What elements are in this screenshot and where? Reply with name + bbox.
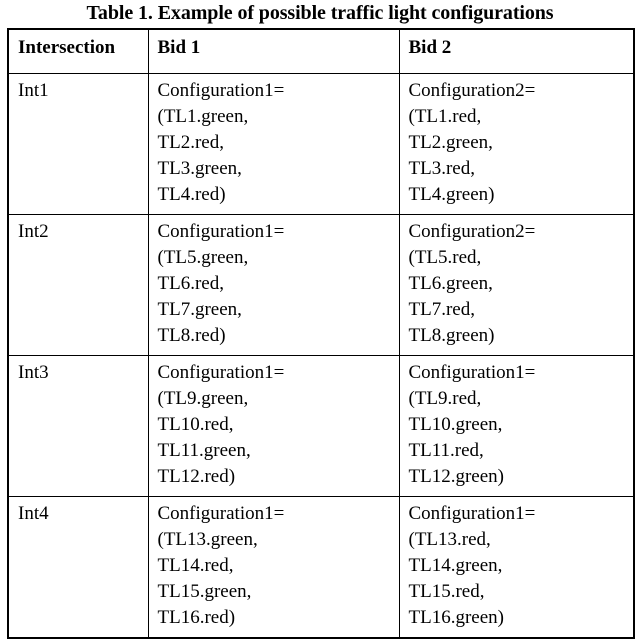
configuration-line: (TL13.green,: [157, 529, 258, 550]
intersection-label: Int1: [18, 80, 49, 101]
configuration-name: Configuration1=: [157, 221, 285, 242]
table-row: Int2 Configuration1= (TL5.green, TL6.red…: [7, 214, 635, 356]
configuration-line: (TL1.green,: [157, 106, 249, 127]
configuration-line: TL4.green): [408, 184, 495, 205]
configuration-line: TL12.green): [408, 466, 504, 487]
table-container: Intersection Bid 1 Bid 2 Int1 Configurat…: [7, 28, 635, 639]
traffic-light-configurations-table: Intersection Bid 1 Bid 2 Int1 Configurat…: [7, 28, 635, 639]
configuration-line: TL11.green,: [157, 440, 251, 461]
configuration-line: TL2.red,: [157, 132, 224, 153]
table-header-row: Intersection Bid 1 Bid 2: [7, 28, 635, 74]
cell-bid2: Configuration1= (TL9.red, TL10.green, TL…: [398, 355, 635, 497]
table-row: Int4 Configuration1= (TL13.green, TL14.r…: [7, 496, 635, 639]
configuration-line: TL6.red,: [157, 273, 224, 294]
configuration-line: TL15.red,: [408, 581, 485, 602]
configuration-name: Configuration1=: [408, 362, 536, 383]
table-row: Int1 Configuration1= (TL1.green, TL2.red…: [7, 73, 635, 215]
configuration-line: (TL1.red,: [408, 106, 482, 127]
configuration-line: TL2.green,: [408, 132, 493, 153]
configuration-name: Configuration1=: [157, 503, 285, 524]
configuration-line: TL3.red,: [408, 158, 475, 179]
cell-intersection: Int3: [7, 355, 149, 497]
configuration-name: Configuration2=: [408, 80, 536, 101]
intersection-label: Int4: [18, 503, 49, 524]
configuration-line: TL10.red,: [157, 414, 234, 435]
intersection-label: Int3: [18, 362, 49, 383]
configuration-line: (TL5.red,: [408, 247, 482, 268]
configuration-line: TL15.green,: [157, 581, 252, 602]
configuration-line: TL6.green,: [408, 273, 493, 294]
configuration-line: TL3.green,: [157, 158, 242, 179]
cell-intersection: Int1: [7, 73, 149, 215]
cell-bid2: Configuration1= (TL13.red, TL14.green, T…: [398, 496, 635, 639]
cell-bid1: Configuration1= (TL9.green, TL10.red, TL…: [147, 355, 400, 497]
configuration-name: Configuration1=: [408, 503, 536, 524]
configuration-line: TL8.green): [408, 325, 495, 346]
cell-intersection: Int2: [7, 214, 149, 356]
cell-bid1: Configuration1= (TL5.green, TL6.red, TL7…: [147, 214, 400, 356]
configuration-line: TL12.red): [157, 466, 236, 487]
table-caption: Table 1. Example of possible traffic lig…: [86, 2, 554, 24]
cell-bid2: Configuration2= (TL5.red, TL6.green, TL7…: [398, 214, 635, 356]
configuration-line: TL14.green,: [408, 555, 503, 576]
column-header-bid2: Bid 2: [398, 28, 635, 74]
configuration-line: TL11.red,: [408, 440, 484, 461]
document-page: Table 1. Example of possible traffic lig…: [0, 0, 640, 639]
configuration-line: (TL5.green,: [157, 247, 249, 268]
configuration-line: TL7.red,: [408, 299, 475, 320]
configuration-line: TL7.green,: [157, 299, 242, 320]
table-body: Int1 Configuration1= (TL1.green, TL2.red…: [7, 73, 635, 639]
configuration-line: TL8.red): [157, 325, 226, 346]
configuration-name: Configuration1=: [157, 80, 285, 101]
column-header-bid1: Bid 1: [147, 28, 400, 74]
configuration-line: (TL13.red,: [408, 529, 491, 550]
intersection-label: Int2: [18, 221, 49, 242]
configuration-line: (TL9.green,: [157, 388, 249, 409]
configuration-name: Configuration2=: [408, 221, 536, 242]
cell-bid1: Configuration1= (TL1.green, TL2.red, TL3…: [147, 73, 400, 215]
column-header-intersection: Intersection: [7, 28, 149, 74]
cell-intersection: Int4: [7, 496, 149, 639]
cell-bid1: Configuration1= (TL13.green, TL14.red, T…: [147, 496, 400, 639]
configuration-line: TL4.red): [157, 184, 226, 205]
table-header: Intersection Bid 1 Bid 2: [7, 28, 635, 74]
configuration-line: TL10.green,: [408, 414, 503, 435]
configuration-line: TL16.green): [408, 607, 504, 628]
table-row: Int3 Configuration1= (TL9.green, TL10.re…: [7, 355, 635, 497]
cell-bid2: Configuration2= (TL1.red, TL2.green, TL3…: [398, 73, 635, 215]
configuration-name: Configuration1=: [157, 362, 285, 383]
configuration-line: TL14.red,: [157, 555, 234, 576]
configuration-line: (TL9.red,: [408, 388, 482, 409]
configuration-line: TL16.red): [157, 607, 236, 628]
